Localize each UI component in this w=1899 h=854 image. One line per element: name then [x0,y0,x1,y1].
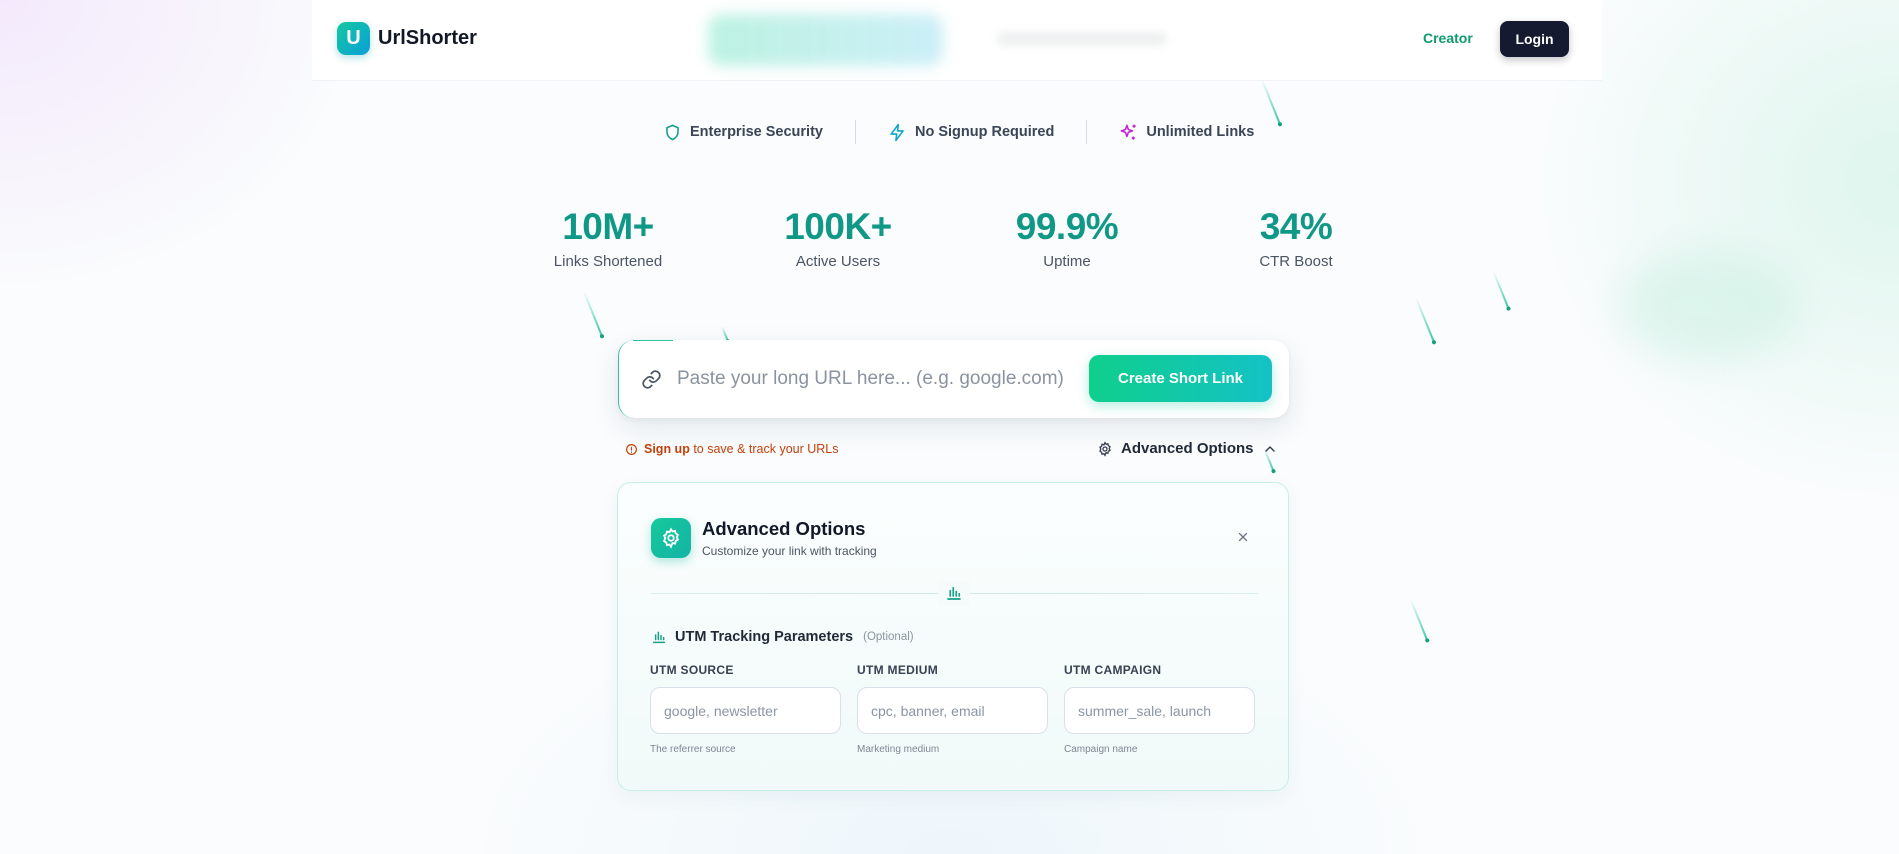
utm-section-title: UTM Tracking Parameters [675,629,854,645]
stat-label: CTR Boost [1259,253,1333,270]
stat-value: 10M+ [562,206,654,247]
login-button[interactable]: Login [1500,21,1569,57]
info-icon [626,443,637,455]
stat-uptime: 99.9% Uptime [967,205,1167,270]
stat-label: Uptime [1043,253,1091,270]
gear-icon [1099,440,1111,457]
feature-label: Enterprise Security [690,124,823,140]
utm-medium-field: UTM MEDIUM Marketing medium [857,663,1048,755]
utm-source-input[interactable] [650,687,841,734]
utm-optional-tag: (Optional) [863,631,914,643]
feature-divider [854,120,856,144]
advanced-options-label: Advanced Options [1121,440,1254,457]
feature-label: Unlimited Links [1146,124,1255,140]
decorative-streak [583,291,603,337]
stat-label: Active Users [795,253,881,270]
utm-source-field: UTM SOURCE The referrer source [650,663,841,755]
stat-active-users: 100K+ Active Users [738,205,938,270]
utm-section-header: UTM Tracking Parameters (Optional) [651,629,914,645]
feature-divider [1086,120,1088,144]
top-nav: U UrlShorter Creator Login [312,0,1602,81]
feature-no-signup: No Signup Required [888,123,1054,142]
panel-settings-badge [651,518,691,558]
utm-medium-help: Marketing medium [857,744,940,755]
utm-source-help: The referrer source [650,744,736,755]
utm-campaign-label: UTM CAMPAIGN [1064,663,1162,677]
decorative-streak [1415,297,1435,343]
feature-unlimited-links: Unlimited Links [1119,123,1254,142]
panel-subtitle: Customize your link with tracking [702,544,877,558]
brand-logo: U [337,22,370,55]
bar-chart-icon [652,631,666,644]
gear-icon [662,527,680,549]
stat-ctr-boost: 34% CTR Boost [1196,205,1396,270]
feature-enterprise-security: Enterprise Security [663,123,823,142]
utm-campaign-input[interactable] [1064,687,1255,734]
lightning-icon [890,123,904,141]
creator-link[interactable]: Creator [1423,30,1473,46]
divider-badge [938,581,970,605]
utm-campaign-field: UTM CAMPAIGN Campaign name [1064,663,1255,755]
signup-note-text: to save & track your URLs [693,442,839,456]
stat-value: 100K+ [784,206,892,247]
stat-value: 34% [1259,206,1333,247]
background-glow [1620,250,1800,360]
signup-link[interactable]: Sign up [644,442,690,456]
brand-name: UrlShorter [378,27,477,49]
close-panel-button[interactable] [1233,527,1253,547]
utm-medium-input[interactable] [857,687,1048,734]
decorative-streak [1261,79,1281,125]
close-icon [1238,532,1248,542]
bar-chart-icon [947,586,961,600]
advanced-options-toggle[interactable]: Advanced Options [1097,440,1278,457]
create-short-link-button[interactable]: Create Short Link [1089,355,1272,402]
url-input[interactable] [677,360,1067,398]
stat-label: Links Shortened [553,253,663,270]
panel-title: Advanced Options [702,518,866,539]
utm-source-label: UTM SOURCE [650,663,734,677]
stat-links-shortened: 10M+ Links Shortened [508,205,708,270]
decorative-streak [1492,271,1510,309]
advanced-options-panel: Advanced Options Customize your link wit… [617,482,1289,791]
feature-label: No Signup Required [914,124,1055,140]
decorative-streak [1409,599,1429,641]
utm-medium-label: UTM MEDIUM [857,663,938,677]
stat-value: 99.9% [1015,206,1119,247]
feature-badges: Enterprise Security No Signup Required U… [663,119,1254,145]
blurred-nav-text [997,32,1167,46]
sparkles-icon [1120,124,1136,140]
chevron-up-icon [1264,445,1275,452]
link-icon [642,370,661,389]
signup-note: Sign up to save & track your URLs [625,442,839,456]
url-shortener-form: Create Short Link [618,340,1289,418]
blurred-nav-button [708,14,943,66]
shield-icon [666,124,679,140]
utm-campaign-help: Campaign name [1064,744,1138,755]
brand[interactable]: U UrlShorter [337,22,477,55]
